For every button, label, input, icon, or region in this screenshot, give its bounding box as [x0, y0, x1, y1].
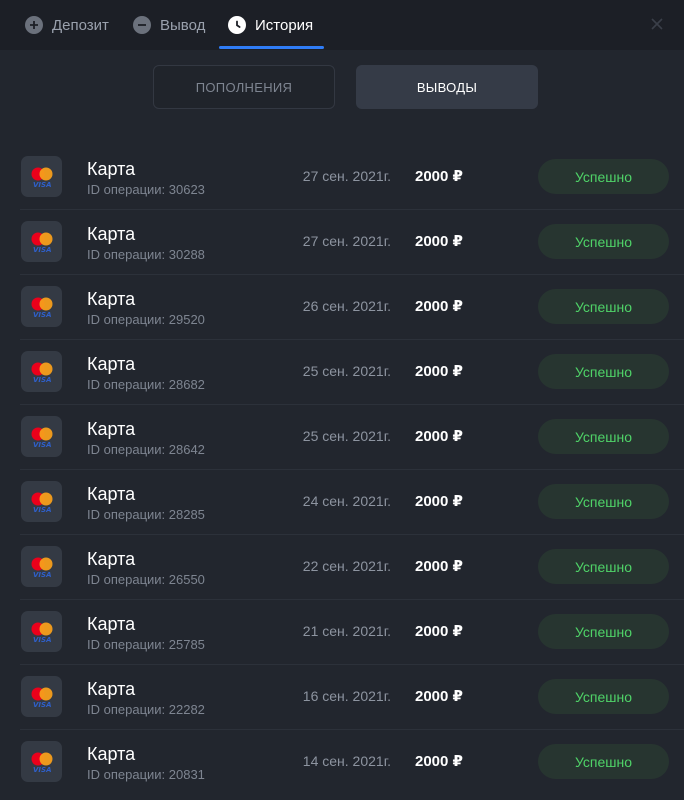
transaction-row: VISA Карта ID операции: 28285 24 сен. 2021г… — [0, 469, 684, 534]
operation-id: ID операции: 26550 — [87, 572, 205, 587]
transaction-amount: 2000 ₽ — [415, 363, 463, 380]
transaction-amount: 2000 ₽ — [415, 623, 463, 640]
status-badge: Успешно — [538, 354, 669, 389]
mastercard-visa-icon: VISA — [21, 481, 62, 522]
mastercard-visa-icon: VISA — [21, 156, 62, 197]
mastercard-visa-icon: VISA — [21, 741, 62, 782]
status-badge: Успешно — [538, 289, 669, 324]
payment-method: Карта — [87, 679, 136, 699]
transaction-amount: 2000 ₽ — [415, 298, 463, 315]
transaction-row: VISA Карта ID операции: 28682 25 сен. 2021г… — [0, 339, 684, 404]
status-badge: Успешно — [538, 224, 669, 259]
active-tab-indicator — [219, 46, 324, 49]
mastercard-visa-icon: VISA — [21, 351, 62, 392]
mastercard-visa-icon: VISA — [21, 611, 62, 652]
operation-id: ID операции: 28285 — [87, 507, 205, 522]
clock-icon — [228, 16, 246, 34]
mastercard-visa-icon: VISA — [21, 676, 62, 717]
operation-id: ID операции: 30623 — [87, 182, 205, 197]
mastercard-visa-icon: VISA — [21, 546, 62, 587]
transaction-amount: 2000 ₽ — [415, 753, 463, 770]
status-badge: Успешно — [538, 159, 669, 194]
transaction-date: 26 сен. 2021г. — [302, 298, 391, 314]
segment-deposits[interactable]: ПОПОЛНЕНИЯ — [153, 65, 335, 109]
mastercard-visa-icon: VISA — [21, 286, 62, 327]
status-badge: Успешно — [538, 419, 669, 454]
operation-id: ID операции: 25785 — [87, 637, 205, 652]
transaction-date: 25 сен. 2021г. — [302, 428, 391, 444]
minus-circle-icon — [133, 16, 151, 34]
top-tab-bar: Депозит Вывод История — [0, 0, 684, 50]
transaction-amount: 2000 ₽ — [415, 233, 463, 250]
operation-id: ID операции: 28682 — [87, 377, 205, 392]
transaction-date: 21 сен. 2021г. — [302, 623, 391, 639]
tab-deposit[interactable]: Депозит — [25, 0, 109, 50]
transaction-row: VISA Карта ID операции: 30288 27 сен. 2021г… — [0, 209, 684, 274]
transaction-row: VISA Карта ID операции: 25785 21 сен. 2021г… — [0, 599, 684, 664]
mastercard-visa-icon: VISA — [21, 416, 62, 457]
payment-method: Карта — [87, 614, 136, 634]
transaction-row: VISA Карта ID операции: 28642 25 сен. 2021г… — [0, 404, 684, 469]
transaction-date: 22 сен. 2021г. — [302, 558, 391, 574]
transaction-row: VISA Карта ID операции: 20831 14 сен. 2021г… — [0, 729, 684, 794]
close-button[interactable] — [646, 13, 668, 35]
payment-method: Карта — [87, 159, 136, 179]
transaction-date: 27 сен. 2021г. — [302, 233, 391, 249]
payment-method: Карта — [87, 549, 136, 569]
operation-id: ID операции: 30288 — [87, 247, 205, 262]
tab-withdraw-label: Вывод — [160, 16, 206, 34]
transaction-amount: 2000 ₽ — [415, 688, 463, 705]
status-badge: Успешно — [538, 679, 669, 714]
status-badge: Успешно — [538, 614, 669, 649]
plus-circle-icon — [25, 16, 43, 34]
tab-deposit-label: Депозит — [52, 16, 109, 34]
transaction-amount: 2000 ₽ — [415, 168, 463, 185]
segment-withdrawals[interactable]: ВЫВОДЫ — [356, 65, 538, 109]
transaction-amount: 2000 ₽ — [415, 428, 463, 445]
transaction-row: VISA Карта ID операции: 22282 16 сен. 2021г… — [0, 664, 684, 729]
payment-method: Карта — [87, 354, 136, 374]
operation-id: ID операции: 22282 — [87, 702, 205, 717]
transaction-amount: 2000 ₽ — [415, 493, 463, 510]
payment-method: Карта — [87, 484, 136, 504]
status-badge: Успешно — [538, 549, 669, 584]
operation-id: ID операции: 28642 — [87, 442, 205, 457]
tab-withdraw[interactable]: Вывод — [133, 0, 205, 50]
payment-method: Карта — [87, 744, 136, 764]
operation-id: ID операции: 20831 — [87, 767, 205, 782]
transaction-row: VISA Карта ID операции: 29520 26 сен. 2021г… — [0, 274, 684, 339]
transaction-list: VISA Карта ID операции: 30623 27 сен. 2021г… — [0, 144, 684, 794]
payment-method: Карта — [87, 224, 136, 244]
tab-history-label: История — [255, 16, 314, 34]
payment-method: Карта — [87, 419, 136, 439]
close-icon — [651, 18, 663, 30]
payment-method: Карта — [87, 289, 136, 309]
mastercard-visa-icon: VISA — [21, 221, 62, 262]
transaction-date: 16 сен. 2021г. — [302, 688, 391, 704]
status-badge: Успешно — [538, 484, 669, 519]
transaction-row: VISA Карта ID операции: 30623 27 сен. 2021г… — [0, 144, 684, 209]
transaction-row: VISA Карта ID операции: 26550 22 сен. 2021г… — [0, 534, 684, 599]
transaction-date: 25 сен. 2021г. — [302, 363, 391, 379]
transaction-date: 27 сен. 2021г. — [302, 168, 391, 184]
transaction-date: 24 сен. 2021г. — [302, 493, 391, 509]
tab-history[interactable]: История — [228, 0, 313, 50]
status-badge: Успешно — [538, 744, 669, 779]
operation-id: ID операции: 29520 — [87, 312, 205, 327]
transaction-date: 14 сен. 2021г. — [302, 753, 391, 769]
transaction-amount: 2000 ₽ — [415, 558, 463, 575]
